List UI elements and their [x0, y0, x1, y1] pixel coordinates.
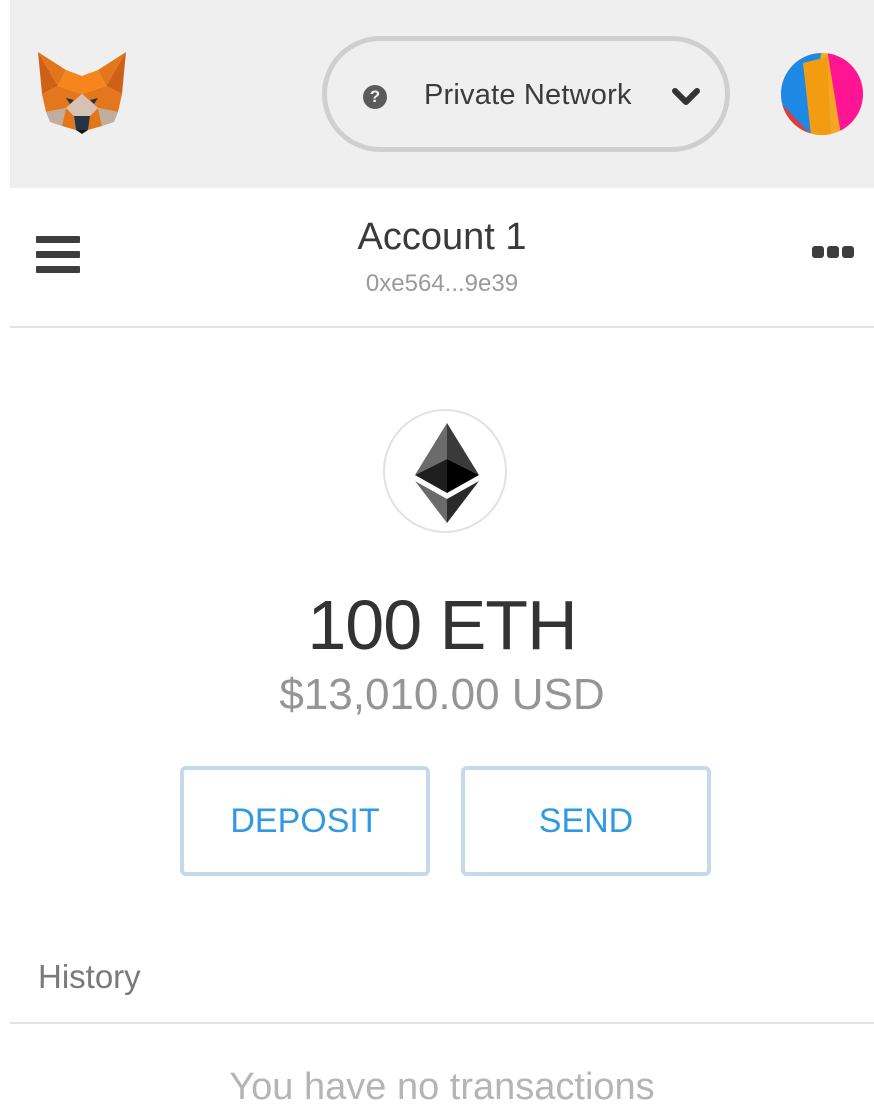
history-divider [10, 1022, 874, 1024]
account-bar: Account 1 0xe564...9e39 [10, 188, 874, 328]
history-title: History [38, 958, 141, 995]
account-address[interactable]: 0xe564...9e39 [10, 270, 874, 298]
metamask-fox-icon[interactable] [36, 50, 128, 134]
send-button[interactable]: SEND [461, 766, 711, 876]
no-transactions-message: You have no transactions [229, 1066, 655, 1108]
question-circle-icon: ? [363, 85, 387, 109]
balance-eth: 100 ETH [307, 586, 577, 664]
chevron-down-icon [672, 88, 700, 105]
network-selector[interactable]: ? Private Network [322, 36, 730, 152]
ethereum-icon [383, 409, 507, 533]
more-dots-icon[interactable] [812, 246, 858, 260]
app-header: ? Private Network [10, 0, 874, 188]
account-identicon[interactable] [781, 53, 863, 135]
account-name[interactable]: Account 1 [10, 216, 874, 259]
network-label: Private Network [424, 79, 632, 111]
deposit-button[interactable]: DEPOSIT [180, 766, 430, 876]
balance-usd: $13,010.00 USD [279, 670, 605, 719]
wallet-popup: ? Private Network Account 1 0xe564...9e3… [10, 0, 874, 1113]
